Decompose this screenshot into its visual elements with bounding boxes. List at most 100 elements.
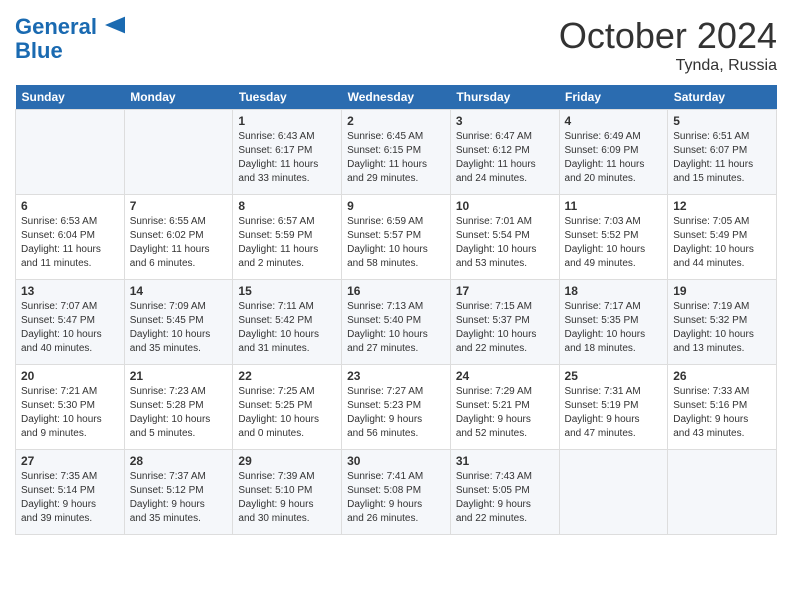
day-cell: 2 Sunrise: 6:45 AM Sunset: 6:15 PM Daylig…: [342, 110, 451, 195]
day-cell: [16, 110, 125, 195]
day-cell: 14Sunrise: 7:09 AM Sunset: 5:45 PM Dayli…: [124, 280, 233, 365]
day-cell: 22Sunrise: 7:25 AM Sunset: 5:25 PM Dayli…: [233, 365, 342, 450]
day-cell: 29 Sunrise: 7:39 AM Sunset: 5:10 PM Dayli…: [233, 450, 342, 535]
day-cell: 3 Sunrise: 6:47 AM Sunset: 6:12 PM Daylig…: [450, 110, 559, 195]
day-cell: 8 Sunrise: 6:57 AM Sunset: 5:59 PM Daylig…: [233, 195, 342, 280]
logo-text: General Blue: [15, 15, 125, 63]
day-info: Sunrise: 7:43 AM Sunset: 5:05 PM Dayligh…: [456, 470, 554, 526]
day-number: 27: [21, 454, 119, 468]
header-friday: Friday: [559, 85, 668, 110]
header-sunday: Sunday: [16, 85, 125, 110]
header-row: Sunday Monday Tuesday Wednesday Thursday…: [16, 85, 777, 110]
day-cell: 31Sunrise: 7:43 AM Sunset: 5:05 PM Dayli…: [450, 450, 559, 535]
day-number: 10: [456, 199, 554, 213]
day-cell: 28 Sunrise: 7:37 AM Sunset: 5:12 PM Dayli…: [124, 450, 233, 535]
day-cell: 10 Sunrise: 7:01 AM Sunset: 5:54 PM Dayli…: [450, 195, 559, 280]
title-area: October 2024 Tynda, Russia: [559, 15, 777, 75]
logo: General Blue: [15, 15, 125, 63]
day-number: 21: [130, 369, 228, 383]
day-info: Sunrise: 7:21 AM Sunset: 5:30 PM Dayligh…: [21, 385, 119, 441]
day-cell: 16 Sunrise: 7:13 AM Sunset: 5:40 PM Dayli…: [342, 280, 451, 365]
header-tuesday: Tuesday: [233, 85, 342, 110]
day-number: 23: [347, 369, 445, 383]
day-info: Sunrise: 7:31 AM Sunset: 5:19 PM Dayligh…: [565, 385, 663, 441]
week-row-3: 13Sunrise: 7:07 AM Sunset: 5:47 PM Dayli…: [16, 280, 777, 365]
day-info: Sunrise: 7:15 AM Sunset: 5:37 PM Dayligh…: [456, 300, 554, 356]
day-info: Sunrise: 7:41 AM Sunset: 5:08 PM Dayligh…: [347, 470, 445, 526]
day-info: Sunrise: 6:47 AM Sunset: 6:12 PM Dayligh…: [456, 130, 554, 186]
day-cell: [559, 450, 668, 535]
day-cell: 23Sunrise: 7:27 AM Sunset: 5:23 PM Dayli…: [342, 365, 451, 450]
day-info: Sunrise: 6:57 AM Sunset: 5:59 PM Dayligh…: [238, 215, 336, 271]
day-cell: 18Sunrise: 7:17 AM Sunset: 5:35 PM Dayli…: [559, 280, 668, 365]
day-info: Sunrise: 7:35 AM Sunset: 5:14 PM Dayligh…: [21, 470, 119, 526]
day-number: 24: [456, 369, 554, 383]
day-info: Sunrise: 7:39 AM Sunset: 5:10 PM Dayligh…: [238, 470, 336, 526]
day-number: 30: [347, 454, 445, 468]
week-row-2: 6Sunrise: 6:53 AM Sunset: 6:04 PM Daylig…: [16, 195, 777, 280]
header-wednesday: Wednesday: [342, 85, 451, 110]
day-cell: 19 Sunrise: 7:19 AM Sunset: 5:32 PM Dayli…: [668, 280, 777, 365]
day-number: 19: [673, 284, 771, 298]
logo-general: General: [15, 14, 97, 39]
day-cell: 11Sunrise: 7:03 AM Sunset: 5:52 PM Dayli…: [559, 195, 668, 280]
day-cell: 30 Sunrise: 7:41 AM Sunset: 5:08 PM Dayli…: [342, 450, 451, 535]
day-info: Sunrise: 7:01 AM Sunset: 5:54 PM Dayligh…: [456, 215, 554, 271]
day-number: 2: [347, 114, 445, 128]
day-cell: 27 Sunrise: 7:35 AM Sunset: 5:14 PM Dayli…: [16, 450, 125, 535]
week-row-5: 27 Sunrise: 7:35 AM Sunset: 5:14 PM Dayli…: [16, 450, 777, 535]
day-cell: 17Sunrise: 7:15 AM Sunset: 5:37 PM Dayli…: [450, 280, 559, 365]
day-info: Sunrise: 7:11 AM Sunset: 5:42 PM Dayligh…: [238, 300, 336, 356]
day-cell: 15 Sunrise: 7:11 AM Sunset: 5:42 PM Dayli…: [233, 280, 342, 365]
day-number: 20: [21, 369, 119, 383]
day-info: Sunrise: 6:45 AM Sunset: 6:15 PM Dayligh…: [347, 130, 445, 186]
day-number: 29: [238, 454, 336, 468]
day-cell: 1Sunrise: 6:43 AM Sunset: 6:17 PM Daylig…: [233, 110, 342, 195]
day-info: Sunrise: 7:29 AM Sunset: 5:21 PM Dayligh…: [456, 385, 554, 441]
day-cell: [124, 110, 233, 195]
day-number: 8: [238, 199, 336, 213]
day-number: 7: [130, 199, 228, 213]
day-cell: 6Sunrise: 6:53 AM Sunset: 6:04 PM Daylig…: [16, 195, 125, 280]
day-cell: 13Sunrise: 7:07 AM Sunset: 5:47 PM Dayli…: [16, 280, 125, 365]
header-thursday: Thursday: [450, 85, 559, 110]
day-cell: 12 Sunrise: 7:05 AM Sunset: 5:49 PM Dayli…: [668, 195, 777, 280]
day-info: Sunrise: 7:09 AM Sunset: 5:45 PM Dayligh…: [130, 300, 228, 356]
day-info: Sunrise: 7:13 AM Sunset: 5:40 PM Dayligh…: [347, 300, 445, 356]
day-info: Sunrise: 6:53 AM Sunset: 6:04 PM Dayligh…: [21, 215, 119, 271]
day-info: Sunrise: 7:33 AM Sunset: 5:16 PM Dayligh…: [673, 385, 771, 441]
day-info: Sunrise: 7:05 AM Sunset: 5:49 PM Dayligh…: [673, 215, 771, 271]
day-number: 5: [673, 114, 771, 128]
day-number: 11: [565, 199, 663, 213]
day-info: Sunrise: 6:43 AM Sunset: 6:17 PM Dayligh…: [238, 130, 336, 186]
week-row-4: 20 Sunrise: 7:21 AM Sunset: 5:30 PM Dayli…: [16, 365, 777, 450]
day-info: Sunrise: 7:19 AM Sunset: 5:32 PM Dayligh…: [673, 300, 771, 356]
header-monday: Monday: [124, 85, 233, 110]
day-info: Sunrise: 7:37 AM Sunset: 5:12 PM Dayligh…: [130, 470, 228, 526]
day-info: Sunrise: 6:55 AM Sunset: 6:02 PM Dayligh…: [130, 215, 228, 271]
day-info: Sunrise: 6:59 AM Sunset: 5:57 PM Dayligh…: [347, 215, 445, 271]
day-cell: 25Sunrise: 7:31 AM Sunset: 5:19 PM Dayli…: [559, 365, 668, 450]
location: Tynda, Russia: [559, 57, 777, 75]
logo-arrow-icon: [105, 16, 125, 34]
day-number: 26: [673, 369, 771, 383]
day-number: 28: [130, 454, 228, 468]
day-cell: 24 Sunrise: 7:29 AM Sunset: 5:21 PM Dayli…: [450, 365, 559, 450]
week-row-1: 1Sunrise: 6:43 AM Sunset: 6:17 PM Daylig…: [16, 110, 777, 195]
day-number: 15: [238, 284, 336, 298]
day-number: 3: [456, 114, 554, 128]
day-number: 4: [565, 114, 663, 128]
day-cell: 4 Sunrise: 6:49 AM Sunset: 6:09 PM Daylig…: [559, 110, 668, 195]
day-info: Sunrise: 6:49 AM Sunset: 6:09 PM Dayligh…: [565, 130, 663, 186]
day-number: 12: [673, 199, 771, 213]
page-header: General Blue October 2024 Tynda, Russia: [15, 15, 777, 75]
day-info: Sunrise: 7:17 AM Sunset: 5:35 PM Dayligh…: [565, 300, 663, 356]
day-number: 9: [347, 199, 445, 213]
day-info: Sunrise: 6:51 AM Sunset: 6:07 PM Dayligh…: [673, 130, 771, 186]
day-number: 13: [21, 284, 119, 298]
logo-blue: Blue: [15, 38, 63, 63]
day-cell: 5 Sunrise: 6:51 AM Sunset: 6:07 PM Daylig…: [668, 110, 777, 195]
day-number: 16: [347, 284, 445, 298]
calendar-table: Sunday Monday Tuesday Wednesday Thursday…: [15, 85, 777, 535]
day-cell: 21Sunrise: 7:23 AM Sunset: 5:28 PM Dayli…: [124, 365, 233, 450]
